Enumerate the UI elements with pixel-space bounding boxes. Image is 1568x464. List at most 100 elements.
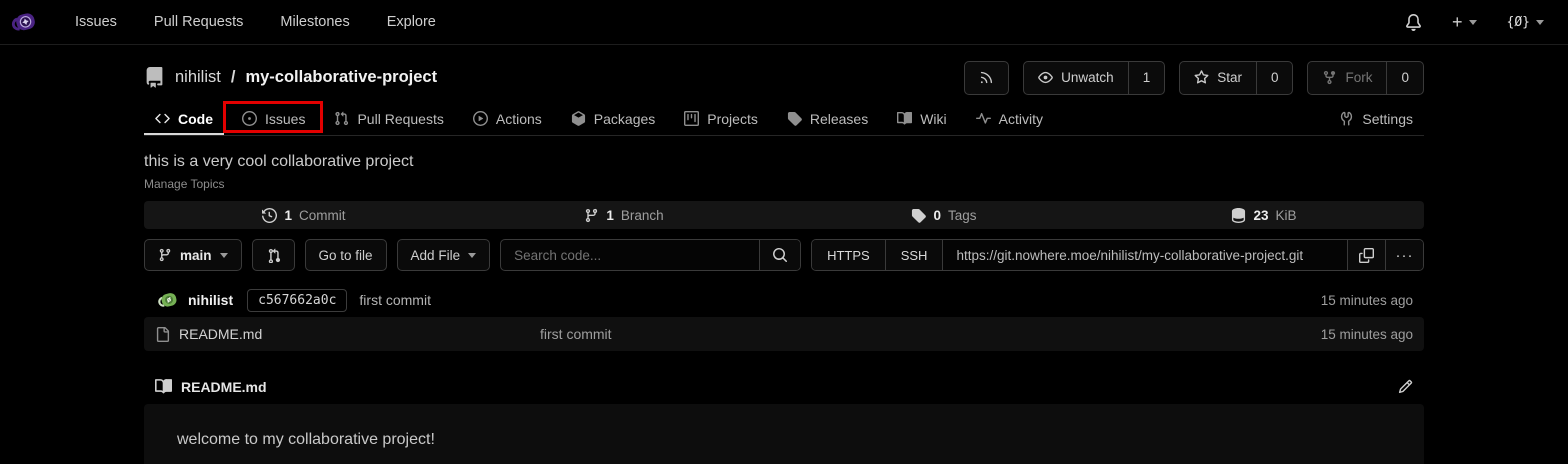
project-icon (684, 111, 699, 126)
tab-settings[interactable]: Settings (1328, 102, 1424, 135)
code-toolbar: main Go to file Add File (144, 239, 1424, 271)
tab-wiki[interactable]: Wiki (886, 102, 957, 135)
pencil-icon (1398, 379, 1413, 394)
star-label: Star (1217, 70, 1242, 85)
create-new-button[interactable]: + (1452, 12, 1477, 33)
database-icon (1231, 208, 1246, 223)
file-name-link[interactable]: README.md (155, 326, 540, 342)
manage-topics-link[interactable]: Manage Topics (144, 177, 225, 191)
caret-down-icon (220, 253, 228, 258)
stat-branches-value: 1 (606, 208, 614, 223)
repo-icon (144, 67, 165, 88)
search-icon (772, 247, 788, 263)
tools-icon (1339, 111, 1354, 126)
gitea-teacup-logo[interactable] (8, 7, 38, 37)
tab-projects-label: Projects (707, 111, 758, 127)
repo-stats-bar: 1 Commit 1 Branch 0 Tags (144, 201, 1424, 229)
gitea-repo-page: Issues Pull Requests Milestones Explore … (0, 0, 1568, 464)
tab-packages[interactable]: Packages (560, 102, 666, 135)
copy-url-button[interactable] (1347, 240, 1385, 270)
repo-owner-link[interactable]: nihilist (175, 68, 221, 87)
stat-size-label: KiB (1276, 208, 1297, 223)
nav-pull-requests[interactable]: Pull Requests (154, 14, 243, 30)
go-to-file-button[interactable]: Go to file (305, 239, 387, 271)
search-button[interactable] (759, 240, 800, 270)
rss-button[interactable] (965, 62, 1008, 94)
branch-selector[interactable]: main (144, 239, 242, 271)
nav-issues[interactable]: Issues (75, 14, 117, 30)
commit-author-avatar[interactable] (155, 288, 179, 312)
package-icon (571, 111, 586, 126)
tab-releases[interactable]: Releases (776, 102, 879, 135)
readme-text: welcome to my collaborative project! (177, 431, 435, 448)
compare-button[interactable] (252, 239, 295, 271)
commit-hash-link[interactable]: c567662a0c (247, 289, 347, 312)
commit-message-link[interactable]: first commit (359, 292, 431, 308)
clone-panel: HTTPS SSH ··· (811, 239, 1424, 271)
tab-activity[interactable]: Activity (965, 102, 1054, 135)
add-file-label: Add File (411, 248, 461, 263)
tab-pull-requests-label: Pull Requests (357, 111, 443, 127)
nav-milestones[interactable]: Milestones (280, 14, 349, 30)
caret-down-icon (1469, 20, 1477, 25)
tab-actions[interactable]: Actions (462, 102, 553, 135)
fork-label: Fork (1345, 70, 1372, 85)
play-circle-icon (473, 111, 488, 126)
navbar-right: + {Ø} (1405, 12, 1544, 33)
repo-tabs: Code Issues Pull Requests A (144, 102, 1424, 136)
add-file-button[interactable]: Add File (397, 239, 491, 271)
branch-icon (584, 208, 599, 223)
edit-readme-button[interactable] (1398, 379, 1413, 394)
tab-code[interactable]: Code (144, 102, 224, 135)
tab-projects[interactable]: Projects (673, 102, 769, 135)
clone-url-input[interactable] (942, 240, 1347, 270)
repo-name-link[interactable]: my-collaborative-project (245, 68, 437, 87)
green-teacup-avatar (155, 288, 179, 312)
file-timestamp: 15 minutes ago (1321, 327, 1413, 342)
plus-icon: + (1452, 12, 1463, 33)
compare-icon (266, 248, 281, 263)
stat-tags[interactable]: 0 Tags (784, 208, 1104, 223)
go-to-file-label: Go to file (319, 248, 373, 263)
repo-description: this is a very cool collaborative projec… (144, 153, 1424, 171)
history-icon (262, 208, 277, 223)
fork-button-group: Fork 0 (1307, 61, 1424, 95)
fork-count[interactable]: 0 (1386, 62, 1423, 94)
file-icon (155, 327, 170, 342)
unwatch-button[interactable]: Unwatch (1024, 62, 1128, 94)
file-commit-message-link[interactable]: first commit (540, 326, 1321, 342)
notifications-button[interactable] (1405, 14, 1422, 31)
code-icon (155, 111, 170, 126)
https-button[interactable]: HTTPS (812, 240, 885, 270)
rss-icon (979, 70, 994, 85)
repo-actions: Unwatch 1 Star 0 (964, 61, 1424, 95)
stat-branches[interactable]: 1 Branch (464, 208, 784, 223)
stat-tags-value: 0 (933, 208, 941, 223)
avatar: {Ø} (1507, 15, 1530, 30)
latest-commit-row: nihilist c567662a0c first commit 15 minu… (144, 283, 1424, 317)
tab-pull-requests[interactable]: Pull Requests (323, 102, 454, 135)
repo-separator: / (231, 68, 236, 87)
star-count[interactable]: 0 (1256, 62, 1293, 94)
nav-explore[interactable]: Explore (387, 14, 436, 30)
star-button[interactable]: Star (1180, 62, 1256, 94)
fork-button[interactable]: Fork (1308, 62, 1386, 94)
stat-commits[interactable]: 1 Commit (144, 208, 464, 223)
tag-icon (911, 208, 926, 223)
search-code-input[interactable] (501, 240, 759, 270)
stat-branches-label: Branch (621, 208, 664, 223)
eye-icon (1038, 70, 1053, 85)
repo-title: nihilist / my-collaborative-project (144, 67, 437, 88)
tab-settings-label: Settings (1362, 111, 1413, 127)
bell-icon (1405, 14, 1422, 31)
commit-author-link[interactable]: nihilist (188, 292, 233, 308)
watch-count[interactable]: 1 (1128, 62, 1165, 94)
book-icon (897, 111, 912, 126)
user-menu[interactable]: {Ø} (1507, 15, 1544, 30)
tab-issues[interactable]: Issues (231, 102, 316, 135)
more-options-button[interactable]: ··· (1385, 240, 1423, 270)
ssh-button[interactable]: SSH (885, 240, 943, 270)
stat-size[interactable]: 23 KiB (1104, 208, 1424, 223)
code-search (500, 239, 801, 271)
star-icon (1194, 70, 1209, 85)
